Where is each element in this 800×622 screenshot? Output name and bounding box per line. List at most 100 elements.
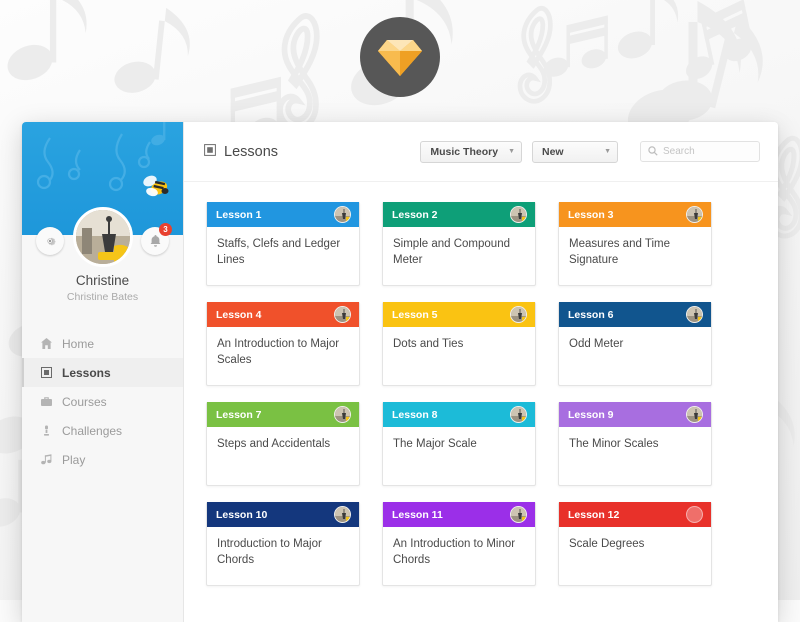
lesson-author-avatar: [334, 406, 351, 423]
lesson-card[interactable]: Lesson 12 Scale Degrees: [558, 502, 712, 586]
lesson-author-avatar: [510, 506, 527, 523]
lesson-card[interactable]: Lesson 5 Dots and Ties: [382, 302, 536, 386]
sidebar-item-label: Challenges: [62, 424, 122, 438]
search-input[interactable]: [663, 146, 752, 157]
sidebar-item-label: Lessons: [62, 366, 111, 380]
lesson-title: Introduction to Major Chords: [207, 527, 359, 585]
lesson-number: Lesson 5: [392, 309, 438, 321]
lesson-card-header: Lesson 12: [559, 502, 711, 527]
lesson-author-avatar: [686, 206, 703, 223]
lesson-card[interactable]: Lesson 8 The Major Scale: [382, 402, 536, 486]
settings-button[interactable]: [36, 227, 64, 255]
sidebar-item-courses[interactable]: Courses: [22, 387, 183, 416]
lesson-author-avatar: [334, 206, 351, 223]
lesson-author-avatar: [686, 406, 703, 423]
lesson-title: Dots and Ties: [383, 327, 535, 385]
app-window: 3 Christine Christine Bates Home Lessons: [22, 122, 778, 622]
sidebar-item-play[interactable]: Play: [22, 445, 183, 474]
subject-filter-label: Music Theory: [430, 146, 498, 158]
sidebar-nav: Home Lessons Courses Challenges: [22, 329, 183, 474]
lesson-card[interactable]: Lesson 6 Odd Meter: [558, 302, 712, 386]
sort-filter-label: New: [542, 146, 564, 158]
sidebar-item-lessons[interactable]: Lessons: [22, 358, 183, 387]
lesson-card[interactable]: Lesson 7 Steps and Accidentals: [206, 402, 360, 486]
lesson-number: Lesson 1: [216, 209, 262, 221]
lesson-title: Odd Meter: [559, 327, 711, 385]
lesson-author-avatar: [510, 206, 527, 223]
lesson-card[interactable]: Lesson 9 The Minor Scales: [558, 402, 712, 486]
lesson-title: The Major Scale: [383, 427, 535, 485]
notifications-button[interactable]: 3: [141, 227, 169, 255]
lesson-number: Lesson 10: [216, 509, 267, 521]
lesson-card-header: Lesson 6: [559, 302, 711, 327]
lesson-author-avatar: [686, 306, 703, 323]
lesson-card[interactable]: Lesson 1 Staffs, Clefs and Ledger Lines: [206, 202, 360, 286]
page-title: Lessons: [204, 144, 278, 160]
lesson-card-header: Lesson 7: [207, 402, 359, 427]
lesson-title: An Introduction to Major Scales: [207, 327, 359, 385]
lesson-card-header: Lesson 1: [207, 202, 359, 227]
lesson-title: An Introduction to Minor Chords: [383, 527, 535, 585]
bell-icon: [149, 234, 162, 248]
lesson-title: Staffs, Clefs and Ledger Lines: [207, 227, 359, 285]
lesson-card-header: Lesson 4: [207, 302, 359, 327]
sort-filter-dropdown[interactable]: New ▼: [532, 141, 618, 163]
lesson-author-avatar: [510, 406, 527, 423]
lessons-icon: [204, 144, 216, 160]
lesson-title: Steps and Accidentals: [207, 427, 359, 485]
avatar-photo: [76, 210, 133, 267]
lesson-card-header: Lesson 10: [207, 502, 359, 527]
sidebar: 3 Christine Christine Bates Home Lessons: [22, 122, 184, 622]
lesson-grid: Lesson 1Staffs, Clefs and Ledger LinesLe…: [184, 182, 778, 586]
lesson-card-header: Lesson 3: [559, 202, 711, 227]
lesson-card[interactable]: Lesson 3 Measures and Time Signature: [558, 202, 712, 286]
lesson-card-header: Lesson 11: [383, 502, 535, 527]
lesson-number: Lesson 12: [568, 509, 619, 521]
sidebar-item-label: Play: [62, 453, 85, 467]
sidebar-item-challenges[interactable]: Challenges: [22, 416, 183, 445]
lesson-number: Lesson 7: [216, 409, 262, 421]
toolbar: Lessons Music Theory ▼ New ▼: [184, 122, 778, 182]
lesson-author-avatar: [686, 506, 703, 523]
bee-icon: [141, 174, 169, 198]
lesson-card-header: Lesson 5: [383, 302, 535, 327]
sketch-app-badge: [360, 17, 440, 97]
lesson-number: Lesson 9: [568, 409, 614, 421]
lesson-number: Lesson 2: [392, 209, 438, 221]
chevron-down-icon: ▼: [604, 148, 611, 155]
lesson-card[interactable]: Lesson 10 Introduction to Major Chords: [206, 502, 360, 586]
lesson-card-header: Lesson 2: [383, 202, 535, 227]
subject-filter-dropdown[interactable]: Music Theory ▼: [420, 141, 522, 163]
lesson-number: Lesson 3: [568, 209, 614, 221]
home-icon: [40, 338, 53, 349]
avatar: [73, 207, 133, 267]
page-title-text: Lessons: [224, 144, 278, 160]
lesson-number: Lesson 4: [216, 309, 262, 321]
sidebar-item-label: Home: [62, 337, 94, 351]
search-icon: [648, 143, 658, 161]
lesson-number: Lesson 11: [392, 509, 443, 521]
lesson-title: Scale Degrees: [559, 527, 711, 585]
lesson-card[interactable]: Lesson 11 An Introduction to Minor Chords: [382, 502, 536, 586]
lesson-title: Measures and Time Signature: [559, 227, 711, 285]
lesson-author-avatar: [334, 506, 351, 523]
lesson-title: The Minor Scales: [559, 427, 711, 485]
lesson-card-header: Lesson 8: [383, 402, 535, 427]
profile-display-name: Christine: [22, 273, 183, 288]
search-box[interactable]: [640, 141, 760, 162]
lesson-card[interactable]: Lesson 4 An Introduction to Major Scales: [206, 302, 360, 386]
sidebar-item-home[interactable]: Home: [22, 329, 183, 358]
chevron-down-icon: ▼: [508, 148, 515, 155]
trophy-icon: [40, 425, 53, 436]
profile-full-name: Christine Bates: [22, 291, 183, 303]
notification-badge: 3: [159, 223, 172, 236]
book-icon: [40, 367, 53, 378]
lesson-number: Lesson 6: [568, 309, 614, 321]
lesson-card[interactable]: Lesson 2Simple and Compound Meter: [382, 202, 536, 286]
lesson-card-header: Lesson 9: [559, 402, 711, 427]
briefcase-icon: [40, 396, 53, 407]
gear-icon: [43, 234, 57, 248]
lesson-number: Lesson 8: [392, 409, 438, 421]
music-note-icon: [40, 454, 53, 465]
lesson-author-avatar: [334, 306, 351, 323]
